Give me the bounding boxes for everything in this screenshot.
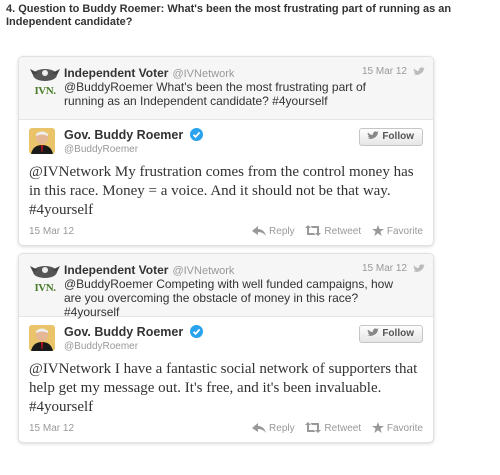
parent-tweet-text: @BuddyRoemer Competing with well funded … [64, 277, 394, 319]
eagle-icon [30, 266, 60, 278]
favorite-button[interactable]: Favorite [371, 422, 423, 434]
parent-tweet[interactable]: IVN. Independent Voter @IVNetwork 15 Mar … [19, 254, 433, 319]
parent-tweet-date[interactable]: 15 Mar 12 [362, 263, 407, 274]
ivn-logo[interactable]: IVN. [29, 66, 61, 98]
author-handle[interactable]: @BuddyRoemer [64, 144, 138, 155]
favorite-button[interactable]: Favorite [371, 225, 423, 237]
tweet-card: IVN. Independent Voter @IVNetwork 15 Mar … [18, 56, 434, 246]
verified-badge-icon [189, 128, 203, 141]
tweet-card: IVN. Independent Voter @IVNetwork 15 Mar … [18, 253, 434, 443]
reply-button[interactable]: Reply [252, 423, 295, 434]
parent-author-label: Independent Voter [64, 263, 169, 277]
tweet-date[interactable]: 15 Mar 12 [29, 423, 74, 434]
parent-tweet[interactable]: IVN. Independent Voter @IVNetwork 15 Mar … [19, 57, 433, 120]
question-heading: 4. Question to Buddy Roemer: What's been… [6, 3, 452, 28]
reply-icon [252, 226, 267, 236]
author-name[interactable]: Gov. Buddy Roemer [64, 325, 203, 339]
author-name[interactable]: Gov. Buddy Roemer [64, 128, 203, 142]
parent-author-name[interactable]: Independent Voter @IVNetwork [64, 66, 234, 80]
twitter-bird-icon[interactable] [412, 67, 425, 77]
reply-label: Reply [269, 423, 295, 434]
parent-author-name[interactable]: Independent Voter @IVNetwork [64, 263, 234, 277]
parent-author-handle: @IVNetwork [172, 265, 235, 277]
author-name-label: Gov. Buddy Roemer [64, 325, 184, 339]
author-name-label: Gov. Buddy Roemer [64, 128, 184, 142]
reply-button[interactable]: Reply [252, 226, 295, 237]
twitter-bird-icon [367, 328, 380, 336]
tweet-text: @IVNetwork I have a fantastic social net… [29, 361, 418, 415]
avatar[interactable] [29, 128, 55, 154]
retweet-label: Retweet [324, 226, 362, 237]
twitter-bird-icon[interactable] [412, 264, 425, 274]
follow-label: Follow [382, 131, 414, 142]
retweet-button[interactable]: Retweet [305, 422, 361, 434]
parent-tweet-date[interactable]: 15 Mar 12 [362, 66, 407, 77]
follow-button[interactable]: Follow [359, 325, 423, 343]
retweet-icon [305, 225, 322, 236]
ivn-logo-text: IVN. [34, 85, 56, 97]
eagle-icon [30, 69, 60, 81]
tweet-actions: Reply Retweet Favorite [244, 225, 423, 237]
avatar-photo [29, 325, 55, 351]
follow-label: Follow [382, 328, 414, 339]
reply-icon [252, 423, 267, 433]
retweet-icon [305, 422, 322, 433]
avatar-photo [29, 128, 55, 154]
author-handle[interactable]: @BuddyRoemer [64, 341, 138, 352]
favorite-label: Favorite [386, 423, 423, 434]
parent-author-label: Independent Voter [64, 66, 169, 80]
retweet-label: Retweet [324, 423, 362, 434]
retweet-button[interactable]: Retweet [305, 225, 361, 237]
ivn-logo-text: IVN. [34, 282, 56, 294]
tweet-text: @IVNetwork My frustration comes from the… [29, 164, 414, 218]
reply-label: Reply [269, 226, 295, 237]
star-icon [371, 422, 384, 433]
tweet-date[interactable]: 15 Mar 12 [29, 226, 74, 237]
parent-author-handle: @IVNetwork [172, 68, 235, 80]
verified-badge-icon [189, 325, 203, 338]
tweet-actions: Reply Retweet Favorite [244, 422, 423, 434]
parent-tweet-text: @BuddyRoemer What's been the most frustr… [64, 80, 366, 108]
star-icon [371, 225, 384, 236]
ivn-logo[interactable]: IVN. [29, 263, 61, 295]
follow-button[interactable]: Follow [359, 128, 423, 146]
avatar[interactable] [29, 325, 55, 351]
favorite-label: Favorite [386, 226, 423, 237]
twitter-bird-icon [367, 131, 380, 139]
